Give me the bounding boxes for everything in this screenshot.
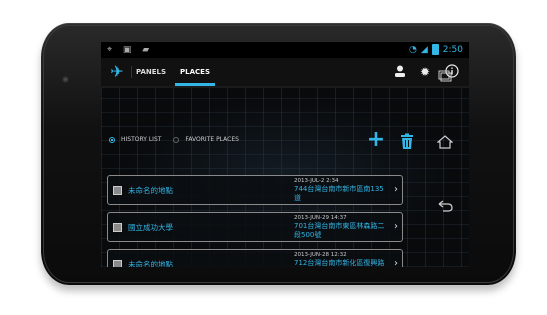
chevron-right-icon[interactable]: › [394,184,398,195]
place-row[interactable]: 未命名的地點 2013-JUL-2 2:34 744台灣台南市新市區南135道 … [107,175,403,205]
recent-apps-button[interactable] [430,70,460,86]
status-bar: ⌖ ▣ ▰ ◔ ◢ 2:50 [101,42,469,58]
place-date: 2013-JUN-28 12:32 [294,252,347,258]
place-date: 2013-JUN-29 14:37 [294,215,347,221]
home-button[interactable] [430,135,460,153]
filter-options: HISTORY LIST FAVORITE PLACES [109,136,239,143]
delete-button[interactable] [398,132,416,150]
battery-icon [431,44,439,55]
signal-icon: ◢ [420,44,428,55]
chevron-right-icon[interactable]: › [394,221,398,232]
tab-places[interactable]: PLACES [173,58,217,86]
favorite-places-radio[interactable] [173,136,180,143]
status-indicators: ◔ ◢ 2:50 [409,44,463,55]
phone-device: ⌖ ▣ ▰ ◔ ◢ 2:50 ✈ PANELS PLACES ✹ HISTORY… [41,23,516,285]
add-place-button[interactable]: + [365,129,387,151]
history-list-radio[interactable] [109,136,115,143]
screen: ⌖ ▣ ▰ ◔ ◢ 2:50 ✈ PANELS PLACES ✹ HISTORY… [101,42,469,267]
place-row[interactable]: 國立成功大學 2013-JUN-29 14:37 701台灣台南市東區林森路二段… [107,212,403,242]
places-panel: HISTORY LIST FAVORITE PLACES + 未命名的地點 20… [101,88,469,267]
history-list-label[interactable]: HISTORY LIST [121,136,161,143]
back-button[interactable] [430,200,460,216]
app-logo-icon[interactable]: ✈ [107,62,127,82]
place-row[interactable]: 未命名的地點 2013-JUN-28 12:32 712台灣台南市新化區復興路1… [107,249,403,267]
place-name: 國立成功大學 [128,223,173,232]
front-camera [62,76,69,83]
chevron-right-icon[interactable]: › [394,258,398,267]
place-address: 744台灣台南市新市區南135道 [294,185,384,202]
person-icon[interactable] [392,64,408,80]
place-thumbnail-icon [113,260,122,267]
wifi-icon: ◔ [409,44,417,55]
place-thumbnail-icon [113,223,122,232]
favorite-places-label[interactable]: FAVORITE PLACES [185,136,239,143]
notification-icons: ⌖ ▣ ▰ [107,45,154,55]
place-address: 712台灣台南市新化區復興路1-23號 [294,259,385,267]
place-name: 未命名的地點 [128,260,173,267]
place-name: 未命名的地點 [128,186,173,195]
place-date: 2013-JUL-2 2:34 [294,178,339,184]
action-bar: ✈ PANELS PLACES ✹ [101,58,469,88]
status-time: 2:50 [442,44,463,55]
place-address: 701台灣台南市東區林森路二段500號 [294,222,385,239]
tab-panels[interactable]: PANELS [131,58,171,86]
place-thumbnail-icon [113,186,122,195]
